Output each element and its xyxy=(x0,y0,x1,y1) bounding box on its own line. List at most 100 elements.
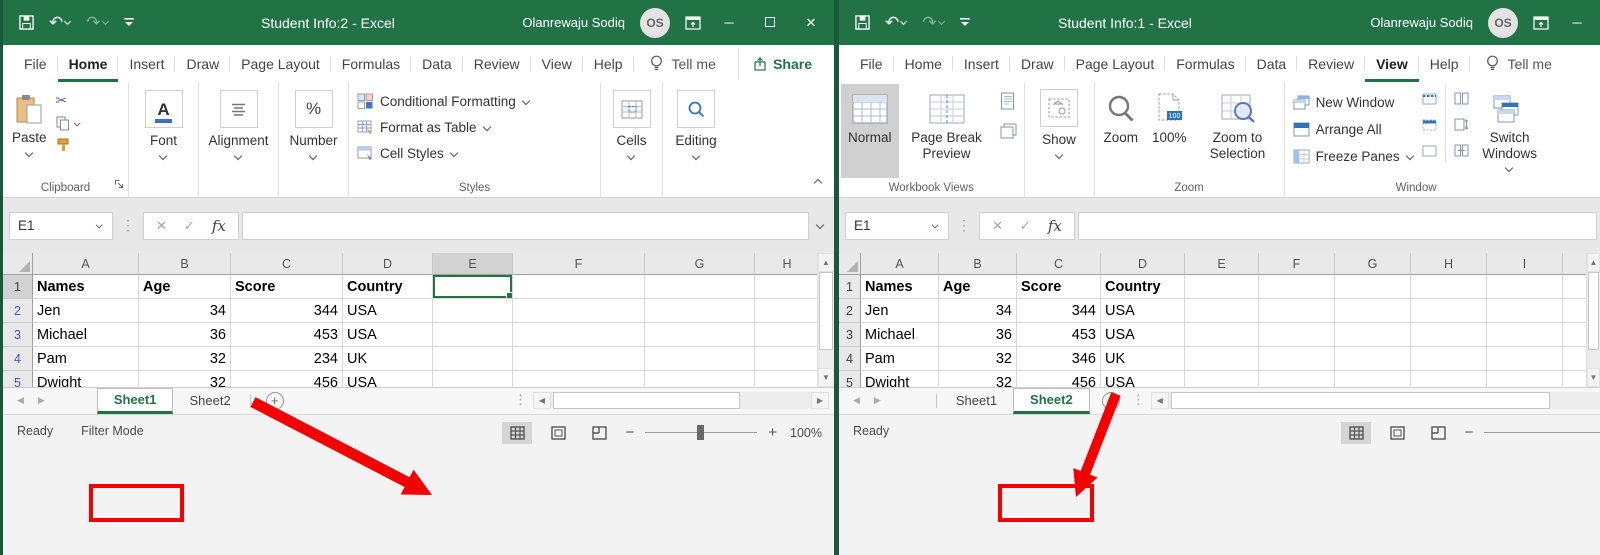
cell-J1[interactable] xyxy=(1563,275,1586,299)
sheet-tab-sheet1[interactable]: Sheet1 xyxy=(97,388,174,414)
zoom-in-icon[interactable]: + xyxy=(768,424,777,441)
vertical-scrollbar[interactable]: ▲ ▼ xyxy=(1586,253,1600,387)
cell-H4[interactable] xyxy=(755,347,817,371)
new-sheet-button[interactable]: + xyxy=(1102,392,1120,410)
tab-view[interactable]: View xyxy=(1365,45,1419,82)
normal-view-shortcut[interactable] xyxy=(1341,422,1371,444)
zoom-slider-thumb[interactable] xyxy=(697,425,704,440)
page-break-preview-shortcut[interactable] xyxy=(584,422,614,444)
user-name[interactable]: Olanrewaju Sodiq xyxy=(522,15,625,30)
cell-I1[interactable] xyxy=(1487,275,1563,299)
tab-insert[interactable]: Insert xyxy=(953,45,1010,82)
cell-A3[interactable]: Michael xyxy=(861,323,939,347)
custom-views-icon[interactable] xyxy=(1000,123,1017,144)
cell-C4[interactable]: 346 xyxy=(1017,347,1101,371)
page-break-preview-button[interactable]: Page Break Preview xyxy=(899,84,995,178)
sheet-tab-sheet1[interactable]: Sheet1 xyxy=(940,388,1013,414)
column-header-F[interactable]: F xyxy=(513,253,645,275)
show-group-collapsed[interactable]: Show xyxy=(1025,82,1095,197)
normal-view-button[interactable]: Normal xyxy=(841,84,899,178)
horizontal-scroll-thumb[interactable] xyxy=(1171,392,1551,409)
cell-D2[interactable]: USA xyxy=(343,299,433,323)
row-header-5[interactable]: 5 xyxy=(839,371,861,387)
switch-windows-button[interactable]: Switch Windows xyxy=(1474,84,1546,178)
cell-G4[interactable] xyxy=(1335,347,1411,371)
freeze-panes-dropdown-icon[interactable] xyxy=(1406,153,1415,160)
sheet-tab-sheet2[interactable]: Sheet2 xyxy=(173,388,246,414)
column-header-C[interactable]: C xyxy=(231,253,343,275)
column-header-D[interactable]: D xyxy=(1101,253,1185,275)
collapse-ribbon-icon[interactable] xyxy=(813,173,822,191)
number-dropdown-icon[interactable] xyxy=(309,153,318,160)
row-header-5[interactable]: 5 xyxy=(3,371,33,387)
ribbon-display-options-icon[interactable] xyxy=(685,16,701,30)
cell-C2[interactable]: 344 xyxy=(1017,299,1101,323)
column-header-I[interactable]: I xyxy=(1487,253,1563,275)
cell-A1[interactable]: Names xyxy=(33,275,139,299)
zoom-slider[interactable] xyxy=(1484,432,1600,433)
cell-E5[interactable] xyxy=(1185,371,1259,387)
cut-icon[interactable]: ✂ xyxy=(56,92,82,109)
scroll-down-icon[interactable]: ▼ xyxy=(818,368,834,387)
cell-F5[interactable] xyxy=(513,371,645,387)
cell-A4[interactable]: Pam xyxy=(33,347,139,371)
save-icon[interactable] xyxy=(19,15,34,30)
cell-B5[interactable]: 32 xyxy=(139,371,231,387)
cell-J2[interactable] xyxy=(1563,299,1586,323)
column-header-H[interactable]: H xyxy=(755,253,817,275)
new-sheet-button[interactable]: + xyxy=(266,392,284,410)
cell-D4[interactable]: UK xyxy=(1101,347,1185,371)
cell-F2[interactable] xyxy=(513,299,645,323)
undo-icon[interactable]: ↶ xyxy=(885,14,907,31)
cell-B2[interactable]: 34 xyxy=(139,299,231,323)
tab-draw[interactable]: Draw xyxy=(1010,45,1065,82)
cell-A3[interactable]: Michael xyxy=(33,323,139,347)
cell-C1[interactable]: Score xyxy=(231,275,343,299)
cell-E3[interactable] xyxy=(433,323,513,347)
show-dropdown-icon[interactable] xyxy=(1055,152,1064,159)
format-as-table-dropdown-icon[interactable] xyxy=(483,124,492,131)
row-header-3[interactable]: 3 xyxy=(3,323,33,347)
clipboard-dialog-launcher-icon[interactable] xyxy=(114,176,124,194)
cell-G5[interactable] xyxy=(1335,371,1411,387)
cell-E5[interactable] xyxy=(433,371,513,387)
sheet-nav-right-icon[interactable]: ▶ xyxy=(874,395,881,406)
column-header-J[interactable]: J xyxy=(1563,253,1586,275)
tab-data[interactable]: Data xyxy=(411,45,463,82)
alignment-group-collapsed[interactable]: Alignment xyxy=(199,82,279,197)
column-header-F[interactable]: F xyxy=(1259,253,1335,275)
cell-C3[interactable]: 453 xyxy=(231,323,343,347)
cell-G5[interactable] xyxy=(645,371,755,387)
cell-I4[interactable] xyxy=(1487,347,1563,371)
switch-windows-dropdown-icon[interactable] xyxy=(1505,165,1514,172)
tab-page-layout[interactable]: Page Layout xyxy=(230,45,331,82)
horizontal-scrollbar[interactable]: ◀ ▶ xyxy=(533,392,829,409)
sheet-nav-left-icon[interactable]: ◀ xyxy=(853,395,860,406)
tab-help[interactable]: Help xyxy=(1419,45,1470,82)
cell-D3[interactable]: USA xyxy=(343,323,433,347)
split-icon[interactable] xyxy=(1422,92,1437,110)
cell-styles-dropdown-icon[interactable] xyxy=(450,150,459,157)
tab-file[interactable]: File xyxy=(849,45,894,82)
sheet-bar-resize-handle[interactable]: ⋮ xyxy=(1132,395,1145,405)
tab-home[interactable]: Home xyxy=(58,45,119,82)
tab-data[interactable]: Data xyxy=(1246,45,1298,82)
cell-G2[interactable] xyxy=(645,299,755,323)
cancel-icon[interactable]: ✕ xyxy=(156,218,167,234)
cell-C3[interactable]: 453 xyxy=(1017,323,1101,347)
column-header-D[interactable]: D xyxy=(343,253,433,275)
cell-F3[interactable] xyxy=(1259,323,1335,347)
insert-function-icon[interactable]: fx xyxy=(212,217,226,235)
formula-bar-handle[interactable]: ⋮ xyxy=(113,220,143,232)
cell-G4[interactable] xyxy=(645,347,755,371)
tell-me[interactable]: Tell me xyxy=(1470,55,1568,72)
horizontal-scroll-thumb[interactable] xyxy=(553,392,740,409)
cell-B3[interactable]: 36 xyxy=(139,323,231,347)
column-header-B[interactable]: B xyxy=(939,253,1017,275)
row-header-3[interactable]: 3 xyxy=(839,323,861,347)
cell-C4[interactable]: 234 xyxy=(231,347,343,371)
tab-draw[interactable]: Draw xyxy=(175,45,230,82)
sheet-bar-resize-handle[interactable]: ⋮ xyxy=(514,395,527,405)
column-header-E[interactable]: E xyxy=(433,253,513,275)
column-header-H[interactable]: H xyxy=(1411,253,1487,275)
